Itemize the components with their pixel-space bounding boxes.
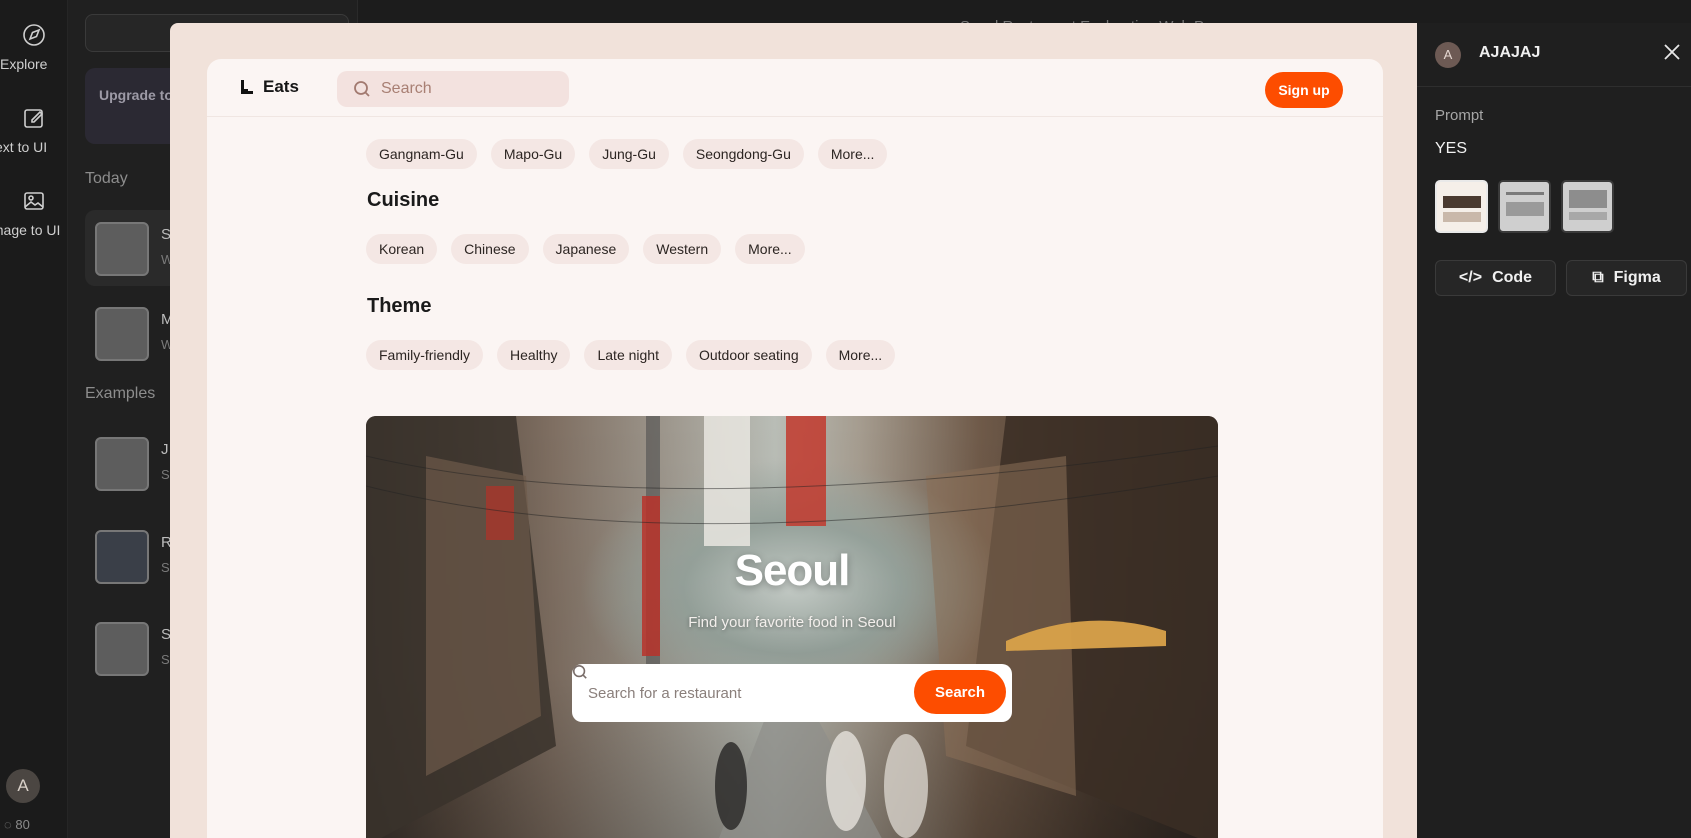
left-rail: Explore Text to UI Image to UI A ◌ 80 — [0, 0, 68, 838]
author-name: AJAJAJ — [1479, 44, 1541, 61]
search-icon — [354, 81, 370, 97]
chip-theme[interactable]: Late night — [584, 340, 672, 370]
credits-value: 80 — [15, 817, 30, 832]
prompt-value: YES — [1435, 140, 1468, 157]
chip-cuisine[interactable]: Western — [643, 234, 722, 264]
nav-search-input[interactable] — [381, 80, 541, 98]
signup-button[interactable]: Sign up — [1265, 72, 1343, 108]
examples-label: Examples — [85, 385, 156, 402]
location-chips: Gangnam-Gu Mapo-Gu Jung-Gu Seongdong-Gu … — [366, 139, 888, 169]
chip-theme[interactable]: Family-friendly — [366, 340, 484, 370]
example-subtitle: S — [161, 652, 170, 667]
chip-theme[interactable]: Outdoor seating — [685, 340, 812, 370]
hero-subtitle: Find your favorite food in Seoul — [688, 614, 896, 631]
credits-counter: ◌ 80 — [4, 817, 30, 832]
nav-search-box[interactable] — [337, 71, 569, 107]
hero-title: Seoul — [734, 546, 851, 595]
brand-logo[interactable]: Eats — [241, 77, 299, 97]
close-icon[interactable] — [1661, 41, 1683, 63]
version-thumbnail[interactable] — [1498, 180, 1551, 233]
chip-location[interactable]: Jung-Gu — [589, 139, 669, 169]
theme-chips: Family-friendly Healthy Late night Outdo… — [366, 340, 896, 370]
code-icon: </> — [1458, 269, 1483, 286]
design-preview: Eats Sign up Gangnam-Gu Mapo-Gu Jung-Gu … — [207, 59, 1383, 838]
hero-search-box[interactable]: Search — [572, 664, 1012, 722]
chip-cuisine[interactable]: Korean — [366, 234, 438, 264]
chip-cuisine[interactable]: Japanese — [542, 234, 630, 264]
chip-location[interactable]: Mapo-Gu — [490, 139, 576, 169]
version-thumbnail[interactable] — [1435, 180, 1488, 233]
chip-cuisine[interactable]: Chinese — [451, 234, 529, 264]
example-title: J — [161, 441, 169, 458]
preview-modal: Eats Sign up Gangnam-Gu Mapo-Gu Jung-Gu … — [170, 23, 1417, 838]
explore-icon — [23, 24, 45, 46]
figma-button[interactable]: ⧉ Figma — [1566, 260, 1687, 296]
credits-icon: ◌ — [4, 817, 12, 832]
theme-heading: Theme — [367, 295, 432, 317]
edit-icon — [24, 109, 44, 128]
chip-location[interactable]: Gangnam-Gu — [366, 139, 477, 169]
user-avatar[interactable]: A — [6, 769, 40, 803]
rail-label-text-to-ui: Text to UI — [0, 139, 48, 155]
chip-location-more[interactable]: More... — [817, 139, 888, 169]
rail-item-text-to-ui[interactable]: Text to UI — [0, 105, 68, 155]
chip-location[interactable]: Seongdong-Gu — [682, 139, 804, 169]
author-avatar: A — [1435, 42, 1461, 68]
bar-chart-logo-icon — [241, 80, 253, 94]
chip-theme[interactable]: Healthy — [497, 340, 571, 370]
preview-navbar: Eats Sign up — [207, 59, 1383, 117]
search-icon — [572, 664, 587, 679]
brand-name: Eats — [263, 77, 299, 96]
image-icon — [24, 192, 44, 210]
restaurant-search-input[interactable] — [588, 684, 868, 702]
code-button[interactable]: </> Code — [1435, 260, 1556, 296]
example-subtitle: S — [161, 467, 170, 482]
rail-item-image-to-ui[interactable]: Image to UI — [0, 188, 68, 238]
copy-icon: ⧉ — [1592, 269, 1604, 286]
panel-header: A AJAJAJ — [1417, 23, 1691, 87]
app-window: Explore Text to UI Image to UI A ◌ 80 + … — [0, 0, 1691, 838]
example-thumbnail — [95, 530, 149, 584]
example-thumbnail — [95, 622, 149, 676]
today-label: Today — [85, 170, 128, 187]
hero-search-button[interactable]: Search — [914, 670, 1006, 714]
code-button-label: Code — [1492, 269, 1533, 286]
rail-label-image-to-ui: Image to UI — [0, 222, 61, 238]
example-subtitle: S — [161, 560, 170, 575]
rail-item-explore[interactable]: Explore — [0, 22, 68, 72]
prompt-label: Prompt — [1435, 107, 1484, 124]
history-thumbnail — [95, 307, 149, 361]
cuisine-chips: Korean Chinese Japanese Western More... — [366, 234, 805, 264]
rail-label-explore: Explore — [0, 56, 48, 72]
chip-theme-more[interactable]: More... — [825, 340, 896, 370]
hero-banner: Seoul Find your favorite food in Seoul S… — [366, 416, 1218, 838]
export-buttons: </> Code ⧉ Figma — [1435, 260, 1687, 296]
version-thumbnails — [1435, 180, 1614, 233]
history-thumbnail — [95, 222, 149, 276]
example-thumbnail — [95, 437, 149, 491]
figma-button-label: Figma — [1613, 269, 1661, 286]
chip-cuisine-more[interactable]: More... — [735, 234, 805, 264]
version-thumbnail[interactable] — [1561, 180, 1614, 233]
details-panel: A AJAJAJ Prompt YES </> Code ⧉ Figma — [1417, 23, 1691, 838]
cuisine-heading: Cuisine — [367, 189, 440, 211]
